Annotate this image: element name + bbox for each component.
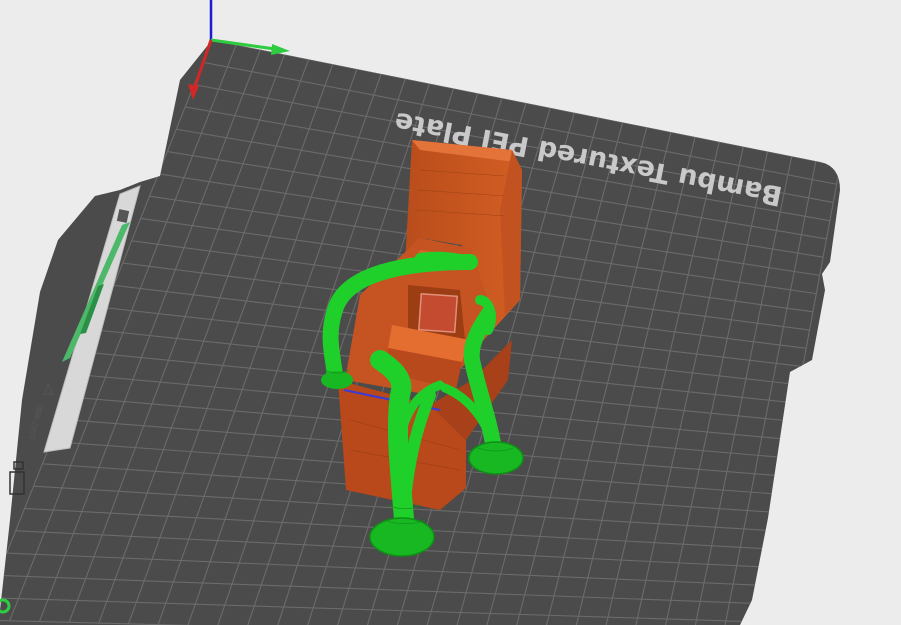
support-foot-right [468, 441, 524, 475]
x-axis-arrow [271, 44, 290, 55]
model-tray-detail [417, 292, 459, 334]
support-foot-left [321, 371, 353, 389]
3d-viewport[interactable]: Bambu Textured PEI Plate HOT SURFACE [0, 0, 901, 625]
